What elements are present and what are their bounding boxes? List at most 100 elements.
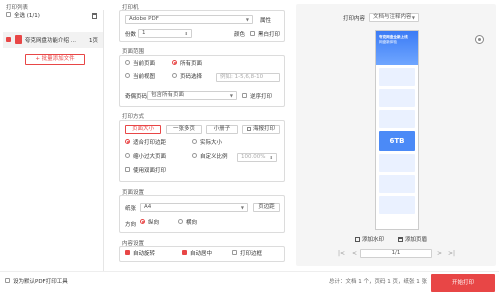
prev-page-icon[interactable]: < [352,250,357,257]
bw-checkbox[interactable]: 黑白打印 [250,30,280,38]
shrink-radio[interactable] [125,153,130,158]
printer-select[interactable]: Adobe PDF ▼ [125,15,253,24]
duplex-label: 使用双面打印 [133,168,167,174]
paper-label: 纸张 [125,206,137,212]
shrink-option[interactable]: 缩小过大页面 [125,153,166,161]
all-pages-option[interactable]: 所有页面 [172,60,203,68]
landscape-option[interactable]: 横向 [178,219,197,227]
first-page-icon[interactable]: |< [338,250,345,257]
auto-rotate-checkbox[interactable] [125,250,130,255]
page-select-label: 页码选择 [180,74,203,80]
auto-rotate-label: 自动旋转 [133,251,156,257]
odd-even-select[interactable]: 包含所有页面 ▼ [147,91,237,100]
auto-center-checkbox[interactable] [182,250,187,255]
trash-icon[interactable] [92,13,97,19]
multi-page-button[interactable]: 一张多页 [166,125,202,134]
start-print-button[interactable]: 开始打印 [431,274,495,292]
watermark-icon [355,237,360,242]
set-default-row[interactable]: 设为默认PDF打印工具 [5,278,68,286]
duplex-checkbox[interactable] [125,167,130,172]
color-label: 颜色 [234,32,246,38]
print-content-value: 文档与注释内容 [373,14,412,20]
page-indicator[interactable]: 1/1 [360,249,432,258]
bw-label: 黑白打印 [258,32,281,38]
select-all-checkbox[interactable] [6,12,11,17]
actual-size-radio[interactable] [192,139,197,144]
thumb-card-6 [379,196,415,214]
summary-text: 文档 1 个，页码 1 页，纸张 1 张 [345,279,428,285]
add-header-button[interactable]: 添加页眉 [398,237,427,244]
add-files-button[interactable]: + 批量添加文件 [25,54,85,65]
printer-properties-link[interactable]: 属性 [260,16,271,24]
page-select-option[interactable]: 页码选择 [172,73,203,81]
current-page-option[interactable]: 当前页面 [125,60,155,68]
file-list-item[interactable]: 夸克网盘功能介绍 ... 1页 [3,32,103,48]
page-margin-button[interactable]: 页边距 [253,203,280,212]
page-size-button[interactable]: 页面大小 [125,125,161,134]
chevron-down-icon: ▼ [411,15,415,20]
actual-size-option[interactable]: 实际大小 [192,139,222,147]
page-select-radio[interactable] [172,73,177,78]
fit-area-option[interactable]: 适合打印边距 [125,139,167,147]
next-page-icon[interactable]: > [437,250,442,257]
add-header-label: 添加页眉 [405,237,428,243]
file-checkbox[interactable] [6,37,11,42]
current-view-label: 当前视图 [133,74,156,80]
scale-value: 100.00% [241,154,266,160]
stepper-icon: ⬍ [269,155,273,160]
scale-input[interactable]: 100.00% ⬍ [237,153,277,162]
last-page-icon[interactable]: >| [448,250,455,257]
auto-center-option[interactable]: 自动居中 [182,250,212,258]
poster-icon [246,126,251,131]
pdf-file-icon [15,35,22,44]
bottom-divider [0,271,499,272]
thumb-card-3 [379,110,415,128]
settings-icon[interactable] [475,35,484,44]
copies-label: 份数 [125,32,137,38]
all-pages-label: 所有页面 [180,61,203,67]
add-watermark-button[interactable]: 添加水印 [355,237,384,244]
bw-checkbox-box[interactable] [250,31,255,36]
print-border-option[interactable]: 打印边框 [232,250,262,258]
page-indicator-value: 1/1 [391,250,401,256]
reverse-option[interactable]: 逆序打印 [242,92,272,100]
auto-rotate-option[interactable]: 自动旋转 [125,250,156,258]
thumb-subtitle: 网盘新体验 [379,39,397,44]
poster-button[interactable]: 海报打印 [242,125,280,134]
all-pages-radio[interactable] [172,60,177,65]
paper-value: A4 [144,204,152,210]
paper-select[interactable]: A4 ▼ [140,203,248,212]
left-list-panel: 全选 (1/1) 夸克网盘功能介绍 ... 1页 + 批量添加文件 [3,10,104,272]
custom-scale-radio[interactable] [192,153,197,158]
page-setup-section: 纸张 A4 ▼ 页边距 方向 纵向 横向 [119,195,285,233]
summary-prefix: 总计： [329,279,346,285]
print-content-select[interactable]: 文档与注释内容 ▼ [369,13,419,22]
duplex-option[interactable]: 使用双面打印 [125,167,167,175]
fit-area-label: 适合打印边距 [133,140,167,146]
set-default-checkbox[interactable] [5,278,10,283]
reverse-checkbox[interactable] [242,93,247,98]
custom-scale-option[interactable]: 自定义比例 [192,153,228,161]
current-view-option[interactable]: 当前视图 [125,73,156,81]
copies-input[interactable]: 1 ⬍ [138,29,192,38]
portrait-option[interactable]: 纵向 [140,219,160,227]
page-select-input[interactable]: 例如: 1-5,6,8-10 [216,73,280,82]
chevron-down-icon: ▼ [229,93,233,98]
portrait-label: 纵向 [148,220,160,226]
print-border-checkbox[interactable] [232,250,237,255]
select-all-label: 全选 (1/1) [14,13,40,19]
printer-name: Adobe PDF [129,16,159,22]
booklet-button[interactable]: 小册子 [206,125,238,134]
current-view-radio[interactable] [125,73,130,78]
portrait-radio[interactable] [140,219,145,224]
poster-label: 海报打印 [252,126,275,132]
fit-area-radio[interactable] [125,139,130,144]
thumb-card-4 [379,154,415,172]
select-all-row[interactable]: 全选 (1/1) [6,12,40,20]
page-select-placeholder: 例如: 1-5,6,8-10 [220,74,264,80]
current-page-radio[interactable] [125,60,130,65]
custom-scale-label: 自定义比例 [200,154,228,160]
odd-even-label: 奇偶页码 [125,94,148,100]
landscape-radio[interactable] [178,219,183,224]
page-range-title: 页面范围 [122,49,145,55]
